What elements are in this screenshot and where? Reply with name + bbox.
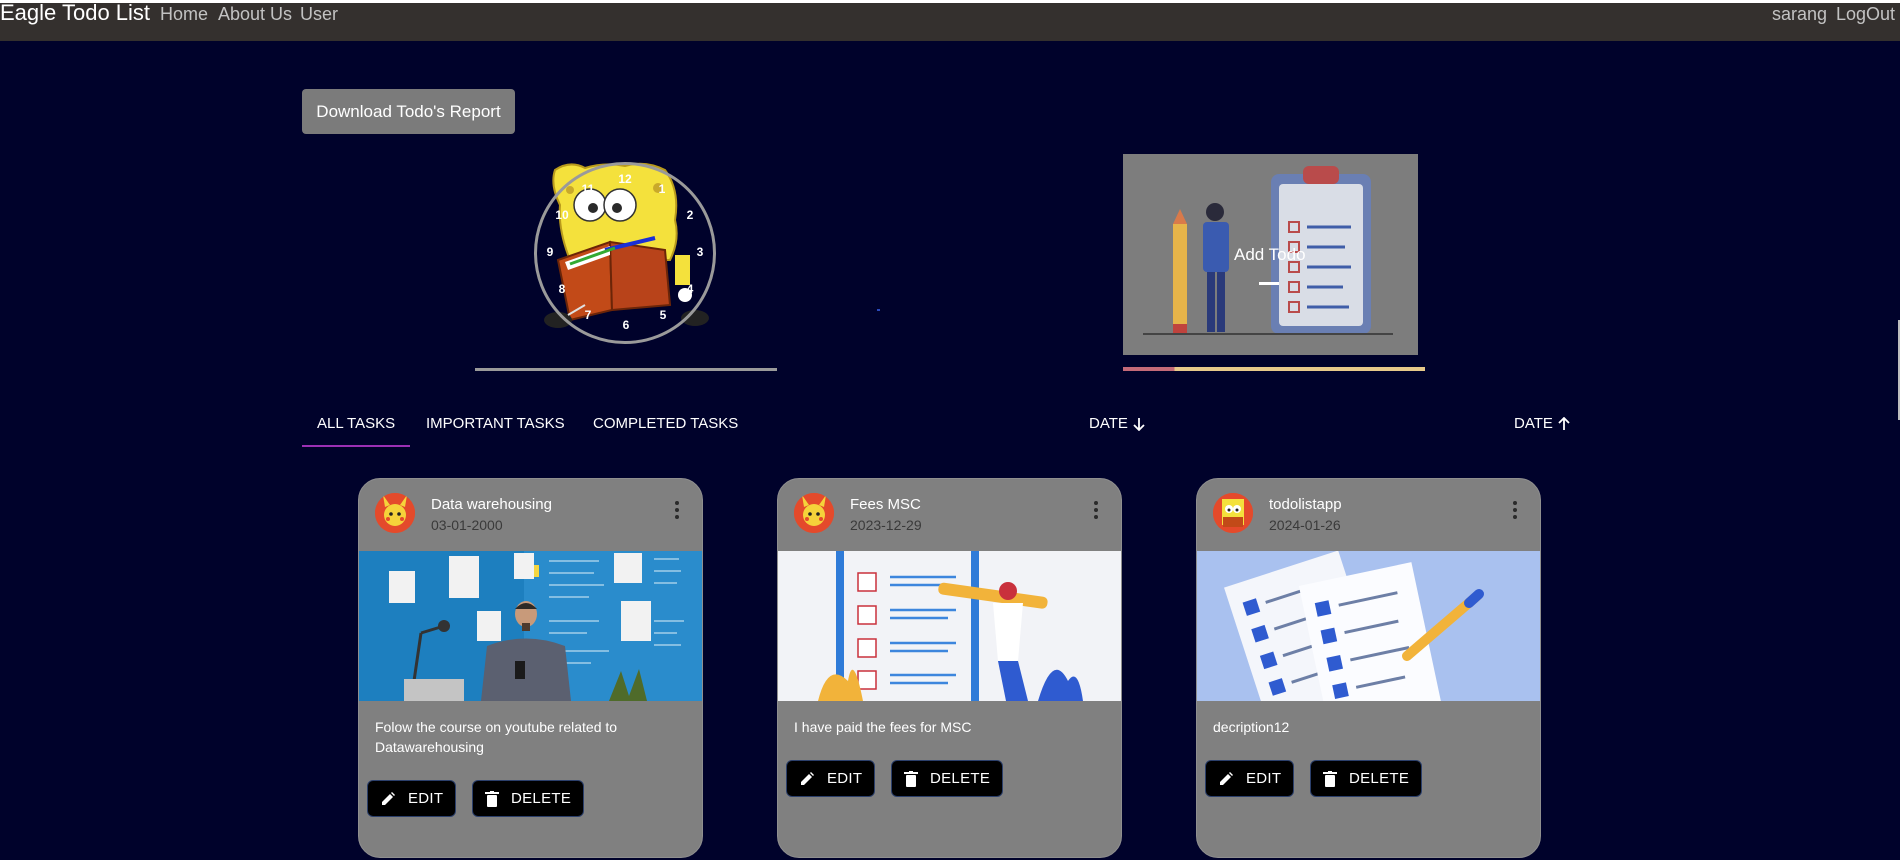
card-title: todolistapp [1269,496,1342,513]
navbar: Eagle Todo List Home About Us User saran… [0,0,1900,41]
dot-marker [877,309,880,311]
clock-number: 7 [584,308,592,322]
add-todo-label[interactable]: Add Todo [1234,245,1306,265]
card-description: Folow the course on youtube related to D… [375,719,618,755]
add-todo-indicator [1259,282,1279,285]
nav-about-link[interactable]: About Us [218,4,292,24]
card-date: 2024-01-26 [1269,517,1341,533]
download-report-button[interactable]: Download Todo's Report [302,89,515,134]
sort-date-asc-button[interactable]: DATE [1514,415,1571,432]
edit-label: EDIT [408,790,444,807]
todo-card: Data warehousing 03-01-2000 Folow the co… [358,478,703,858]
pikachu-avatar-icon [794,493,834,533]
todo-card: todolistapp 2024-01-26 decription12 EDIT… [1196,478,1541,858]
edit-label: EDIT [1246,770,1282,787]
checklist-papers-illustration [1197,551,1540,701]
clock-widget: 12 1 2 3 4 5 6 7 8 9 10 11 [530,160,720,350]
trash-icon [485,790,499,807]
tab-important-tasks[interactable]: IMPORTANT TASKS [426,415,565,432]
pencil-icon [801,771,814,785]
man-whiteboard-photo [359,551,702,701]
brand-title[interactable]: Eagle Todo List [0,2,150,24]
more-vert-icon[interactable] [1512,501,1518,519]
card-image [1197,551,1540,701]
edit-button[interactable]: EDIT [1205,760,1295,797]
tab-active-indicator [302,445,410,447]
clock-number: 6 [622,318,630,332]
logout-link[interactable]: LogOut [1836,4,1895,24]
clock-number: 3 [696,245,704,259]
clock-number: 4 [686,282,694,296]
card-description: I have paid the fees for MSC [794,719,972,735]
add-todo-progress-bar [1123,367,1425,371]
pencil-icon [382,791,395,805]
delete-button[interactable]: DELETE [1310,760,1423,797]
delete-button[interactable]: DELETE [472,780,585,817]
card-title: Data warehousing [431,496,552,513]
trash-icon [1323,770,1337,787]
arrow-down-icon [1133,417,1145,431]
clock-face [534,162,716,344]
tab-all-tasks[interactable]: ALL TASKS [317,415,395,432]
more-vert-icon[interactable] [1093,501,1099,519]
trash-icon [904,770,918,787]
clock-number: 5 [659,308,667,322]
arrow-up-icon [1558,416,1570,430]
avatar [1213,493,1253,533]
pikachu-avatar-icon [375,493,415,533]
card-title: Fees MSC [850,496,921,513]
delete-label: DELETE [1349,770,1410,787]
sort-date-desc-button[interactable]: DATE [1089,415,1146,432]
clock-number: 8 [558,282,566,296]
clock-number: 9 [546,245,554,259]
sort-date-asc-label: DATE [1514,415,1553,432]
clock-number: 1 [658,182,666,196]
card-date: 03-01-2000 [431,517,503,533]
edit-button[interactable]: EDIT [786,760,876,797]
avatar [794,493,834,533]
pencil-icon [1220,771,1233,785]
card-date: 2023-12-29 [850,517,922,533]
clock-number: 2 [686,208,694,222]
avatar [375,493,415,533]
delete-label: DELETE [930,770,991,787]
clock-number: 10 [555,208,569,222]
delete-button[interactable]: DELETE [891,760,1004,797]
todo-card: Fees MSC 2023-12-29 I have paid the fees… [777,478,1122,858]
card-description: decription12 [1213,719,1290,735]
delete-label: DELETE [511,790,572,807]
spongebob-avatar-icon [1213,493,1253,533]
user-name-link[interactable]: sarang [1772,4,1827,24]
nav-user-link[interactable]: User [300,4,338,24]
edit-label: EDIT [827,770,863,787]
checklist-illustration [778,551,1121,701]
tab-completed-tasks[interactable]: COMPLETED TASKS [593,415,738,432]
clock-number: 12 [618,172,632,186]
card-image [359,551,702,701]
card-image [778,551,1121,701]
clock-number: 11 [581,182,595,196]
clock-divider [475,368,777,371]
more-vert-icon[interactable] [674,501,680,519]
sort-date-desc-label: DATE [1089,415,1128,432]
nav-home-link[interactable]: Home [160,4,208,24]
edit-button[interactable]: EDIT [367,780,457,817]
